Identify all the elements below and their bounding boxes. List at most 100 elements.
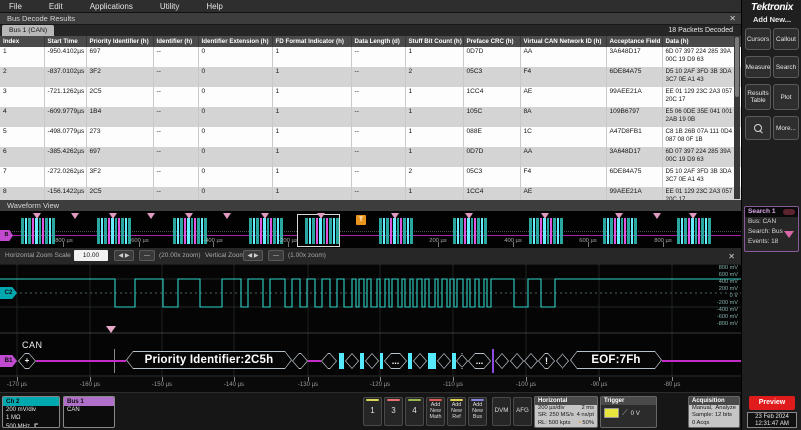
cell-priority_id: 2C5 [86, 87, 153, 107]
acq-count: 0 Acqs [692, 420, 709, 427]
trigger-position-marker[interactable]: T [356, 215, 366, 225]
cell-preface_crc: 0D7D [463, 147, 520, 167]
menu-file[interactable]: File [9, 2, 22, 11]
acquisition-panel[interactable]: Acquisition Manual,Analyze Sample: 12 bi… [688, 396, 740, 428]
table-row[interactable]: 4-609.9779µs1B4--01--1105C8A109B6797E5 0… [0, 107, 741, 127]
v-zoom-arrows-button[interactable]: ◀ ▶ [243, 250, 263, 261]
cell-start_time: -498.0779µs [44, 127, 86, 147]
voltage-label: -400 mV [702, 307, 738, 313]
burst-bar [309, 218, 311, 244]
cell-preface_crc: 05C3 [463, 67, 520, 87]
column-header: Identifier Extension (h) [198, 36, 272, 47]
burst-bar [536, 218, 539, 244]
h-zoom-arrows-button[interactable]: ◀ ▶ [114, 250, 134, 261]
table-row[interactable]: 5-498.0779µs273--01--1088E1CA47D8FB1C8 1… [0, 127, 741, 147]
burst-bar [481, 218, 483, 244]
eof-bubble: EOF:7Fh [570, 351, 662, 369]
add-new-bus-button[interactable]: Add New Bus [468, 397, 487, 426]
datetime-display[interactable]: 23 Feb 2024 12:31:47 AM [747, 412, 797, 428]
search-event-marker-icon [147, 213, 155, 219]
zoom-tool-button[interactable] [745, 116, 771, 140]
data-bit-bar [339, 353, 344, 369]
h-scale: 200 µs/div [538, 405, 565, 412]
table-row[interactable]: 7-272.0262µs3F2--01--205C3F46DE84A75D5 1… [0, 167, 741, 187]
h-sample-rate: SR: 250 MS/s [538, 412, 574, 419]
burst-bar [557, 218, 559, 244]
time-axis-tick [380, 377, 381, 381]
can-packet-burst [676, 218, 710, 244]
add-new-ref-button[interactable]: Add New Ref [447, 397, 466, 426]
dvm-button[interactable]: DVM [492, 397, 511, 426]
trigger-slope-icon: ⟋ [622, 408, 628, 418]
search-marker-triangle-icon[interactable] [784, 231, 794, 238]
search1-header[interactable]: Search 1 [745, 207, 798, 217]
cell-preface_crc: 088E [463, 127, 520, 147]
bus-idle-line [36, 360, 114, 362]
decode-title-bar: Bus Decode Results ✕ [0, 13, 741, 25]
search-bus-line: Bus: CAN [745, 217, 798, 227]
cell-id_extension: 0 [198, 167, 272, 187]
burst-bar [319, 218, 322, 244]
channel3-button[interactable]: 3 [384, 397, 403, 426]
trigger-panel[interactable]: Trigger ⟋ 0 V [600, 396, 657, 428]
search-button[interactable]: Search [773, 56, 799, 78]
burst-bar [621, 218, 623, 244]
close-icon[interactable]: ✕ [729, 14, 736, 24]
zoom-time-axis: -170 µs-160 µs-150 µs-140 µs-130 µs-120 … [0, 377, 741, 392]
right-sidebar: Tektronix Add New... Cursors Callout Mea… [741, 0, 801, 430]
table-scrollbar[interactable] [734, 36, 740, 199]
h-zoom-slider[interactable]: — [139, 250, 155, 261]
data-bit-bar [380, 353, 383, 369]
burst-bar [263, 218, 266, 244]
cursors-button[interactable]: Cursors [745, 28, 771, 50]
burst-bar [477, 218, 480, 244]
channel4-button[interactable]: 4 [405, 397, 424, 426]
measure-button[interactable]: Measure [745, 56, 771, 78]
afg-button[interactable]: AFG [513, 397, 532, 426]
time-axis-label: -90 µs [579, 382, 619, 388]
burst-bar [104, 218, 107, 244]
search1-results-panel[interactable]: Search 1 Bus: CAN Search: Bus Events: 18 [744, 206, 799, 252]
burst-bar [467, 218, 470, 244]
callout-button[interactable]: Callout [773, 28, 799, 50]
table-row[interactable]: 1-950.4102µs697--01--10D7DAA3A648D176D 0… [0, 47, 741, 67]
table-row[interactable]: 3-721.1262µs2C5--01--11CC4AE99AEE21AEE 0… [0, 87, 741, 107]
plot-button[interactable]: Plot [773, 84, 799, 110]
burst-bar [610, 218, 613, 244]
scrollbar-thumb[interactable] [735, 37, 739, 97]
results-table-button[interactable]: Results Table [745, 84, 771, 110]
data-bit-bar [360, 353, 364, 369]
add-new-math-button[interactable]: Add New Math [426, 397, 445, 426]
burst-bar [695, 218, 697, 244]
voltage-label: 600 mV [702, 272, 738, 278]
can-packet-burst [528, 218, 562, 244]
cell-acceptance: 99AEE21A [606, 87, 662, 107]
menu-help[interactable]: Help [206, 2, 222, 11]
search-toggle-pill[interactable] [783, 209, 795, 215]
table-row[interactable]: 2-837.0102µs3F2--01--205C3F46DE84A75D5 1… [0, 67, 741, 87]
time-axis-label: -160 µs [70, 382, 110, 388]
menu-edit[interactable]: Edit [49, 2, 63, 11]
cell-preface_crc: 05C3 [463, 167, 520, 187]
horizontal-panel[interactable]: Horizontal 200 µs/div2 ms SR: 250 MS/s4 … [534, 396, 598, 428]
more-button[interactable]: More... [773, 116, 799, 140]
bus1-settings-badge[interactable]: Bus 1 CAN [63, 396, 115, 428]
v-zoom-slider[interactable]: — [268, 250, 284, 261]
table-row[interactable]: 6-385.4262µs697--01--10D7DAA3A648D176D 0… [0, 147, 741, 167]
waveform-close-icon[interactable]: ✕ [728, 252, 735, 262]
cell-identifier: -- [153, 87, 198, 107]
tab-bus1-can[interactable]: Bus 1 (CAN) [2, 25, 54, 36]
burst-bar [28, 218, 31, 244]
channel1-button[interactable]: 1 [363, 397, 382, 426]
burst-bar [305, 218, 308, 244]
menu-utility[interactable]: Utility [160, 2, 180, 11]
menu-applications[interactable]: Applications [90, 2, 133, 11]
search-event-marker-icon [317, 213, 325, 219]
time-axis-tick [599, 377, 600, 381]
v-zoom-label: Vertical Zoom [205, 252, 245, 259]
channel2-settings-badge[interactable]: Ch 2 200 mV/div 1 MΩ 500 MHz [2, 396, 60, 428]
time-axis-label: -150 µs [142, 382, 182, 388]
burst-bar [691, 218, 694, 244]
bus-color-stripe [471, 399, 484, 401]
h-zoom-scale-input[interactable]: 10.00 us/div [74, 250, 108, 261]
